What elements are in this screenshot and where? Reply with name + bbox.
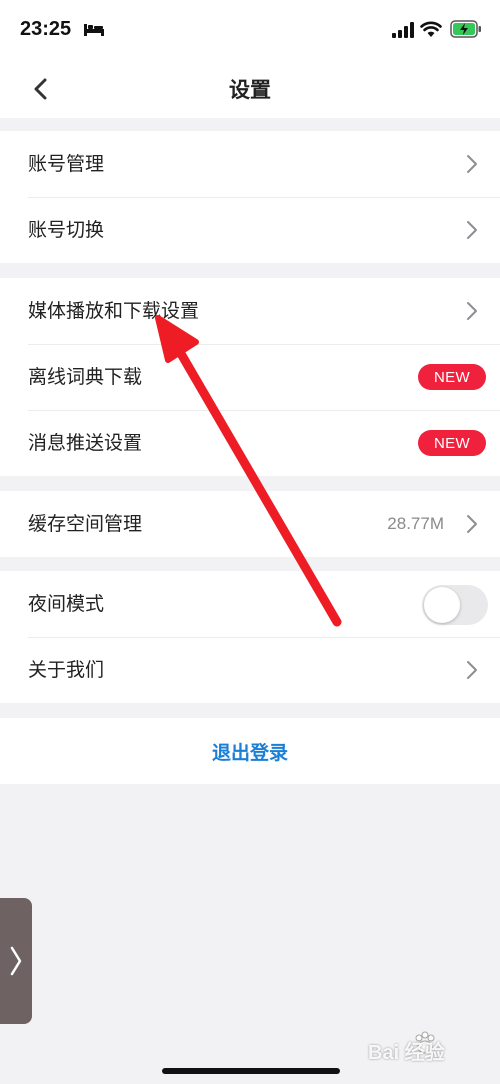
row-label: 夜间模式 (28, 593, 105, 615)
nav-bar: 设置 (0, 60, 500, 118)
side-drawer-tab[interactable] (0, 898, 32, 1024)
logout-label: 退出登录 (211, 741, 288, 764)
chevron-right-icon (10, 946, 22, 976)
row-label: 消息推送设置 (28, 432, 143, 454)
row-label: 账号切换 (28, 219, 105, 241)
row-account-management[interactable]: 账号管理 (0, 131, 500, 197)
bed-icon (84, 24, 104, 36)
page-title: 设置 (229, 78, 271, 102)
row-label: 缓存空间管理 (28, 513, 143, 535)
row-label: 离线词典下载 (28, 366, 143, 388)
row-label: 媒体播放和下载设置 (28, 300, 200, 322)
settings-group-media: 媒体播放和下载设置 离线词典下载 NEW 消息推送设置 NEW (0, 278, 500, 476)
new-badge: NEW (418, 364, 486, 390)
row-label: 关于我们 (28, 659, 105, 681)
row-cache-management[interactable]: 缓存空间管理 28.77M (0, 491, 500, 557)
chevron-right-icon (467, 515, 477, 533)
status-time: 23:25 (20, 18, 72, 40)
logout-button[interactable]: 退出登录 (0, 718, 500, 784)
row-media-download-settings[interactable]: 媒体播放和下载设置 (0, 278, 500, 344)
chevron-right-icon (467, 155, 477, 173)
watermark-text: Bai 经验 (368, 1042, 445, 1064)
row-about-us[interactable]: 关于我们 (0, 637, 500, 703)
row-label: 账号管理 (28, 153, 105, 175)
row-offline-dictionary[interactable]: 离线词典下载 NEW (0, 344, 500, 410)
settings-group-cache: 缓存空间管理 28.77M (0, 491, 500, 557)
chevron-right-icon (467, 302, 477, 320)
chevron-right-icon (467, 221, 477, 239)
battery-charging-icon (450, 20, 481, 38)
home-indicator (162, 1068, 340, 1074)
row-night-mode: 夜间模式 (0, 571, 500, 637)
new-badge: NEW (418, 430, 486, 456)
night-mode-toggle[interactable] (422, 585, 488, 625)
wifi-icon (420, 21, 442, 37)
baidu-watermark: Bai 经验 (368, 1030, 488, 1064)
settings-group-misc: 夜间模式 关于我们 (0, 571, 500, 703)
signal-icon (392, 22, 414, 38)
settings-group-account: 账号管理 账号切换 (0, 131, 500, 263)
chevron-right-icon (467, 661, 477, 679)
toggle-knob (424, 587, 460, 623)
cache-size-value: 28.77M (387, 514, 444, 533)
row-account-switch[interactable]: 账号切换 (0, 197, 500, 263)
row-push-settings[interactable]: 消息推送设置 NEW (0, 410, 500, 476)
status-bar: 23:25 (0, 0, 500, 60)
